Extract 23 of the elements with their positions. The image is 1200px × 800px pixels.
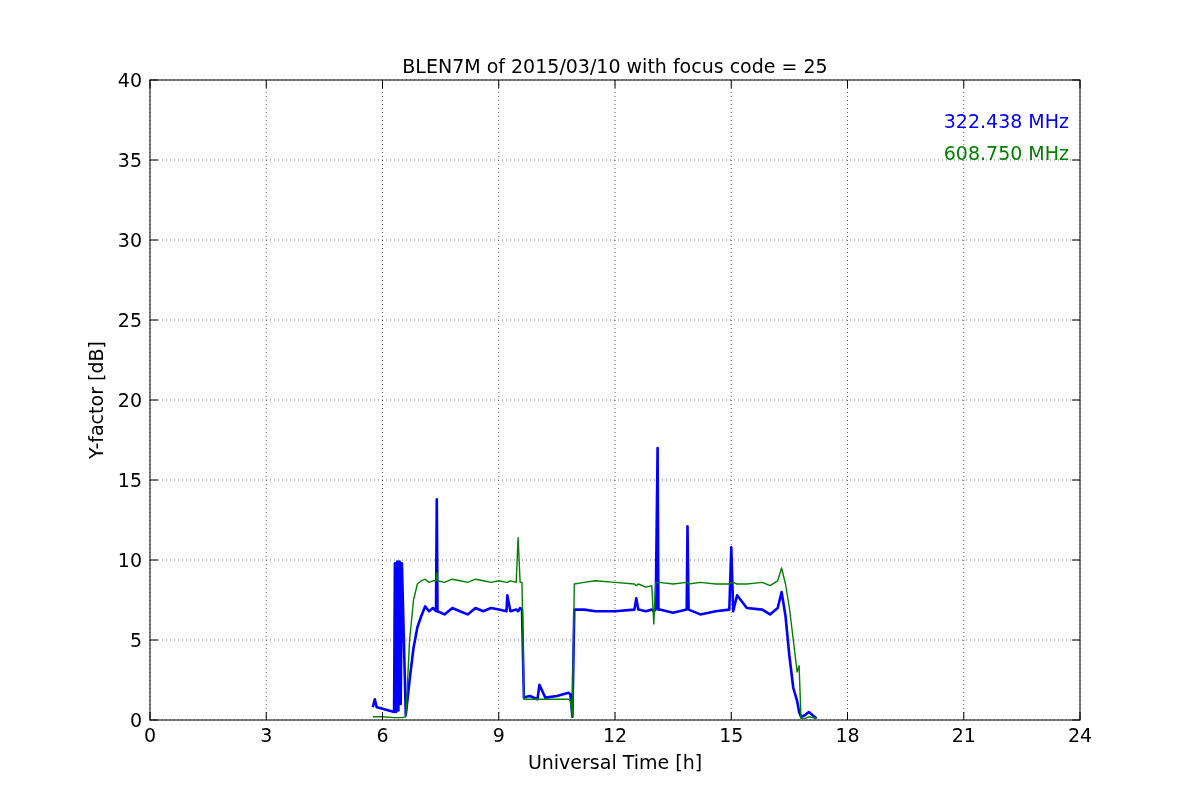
y-tick-label: 0 [129, 709, 142, 731]
y-tick-label: 10 [117, 549, 142, 571]
x-tick-label: 18 [835, 724, 860, 746]
y-tick-label: 5 [129, 629, 142, 651]
x-tick-label: 3 [260, 724, 273, 746]
x-tick-label: 15 [719, 724, 744, 746]
x-tick-label: 21 [951, 724, 976, 746]
y-tick-label: 40 [117, 69, 142, 91]
y-tick-label: 35 [117, 149, 142, 171]
y-tick-label: 15 [117, 469, 142, 491]
x-tick-label: 24 [1067, 724, 1093, 746]
y-tick-label: 20 [117, 389, 142, 411]
x-axis-label: Universal Time [h] [527, 751, 703, 773]
x-tick-label: 12 [602, 724, 628, 746]
y-tick-label: 30 [117, 229, 142, 251]
y-axis-label: Y-factor [dB] [85, 341, 107, 459]
x-tick-label: 0 [143, 724, 157, 746]
legend-label: 322.438 MHz [943, 110, 1069, 132]
y-tick-label: 25 [117, 309, 142, 331]
x-tick-label: 9 [492, 724, 505, 746]
legend-label: 608.750 MHz [943, 142, 1069, 164]
chart-title: BLEN7M of 2015/03/10 with focus code = 25 [402, 55, 828, 77]
x-tick-label: 6 [376, 724, 389, 746]
